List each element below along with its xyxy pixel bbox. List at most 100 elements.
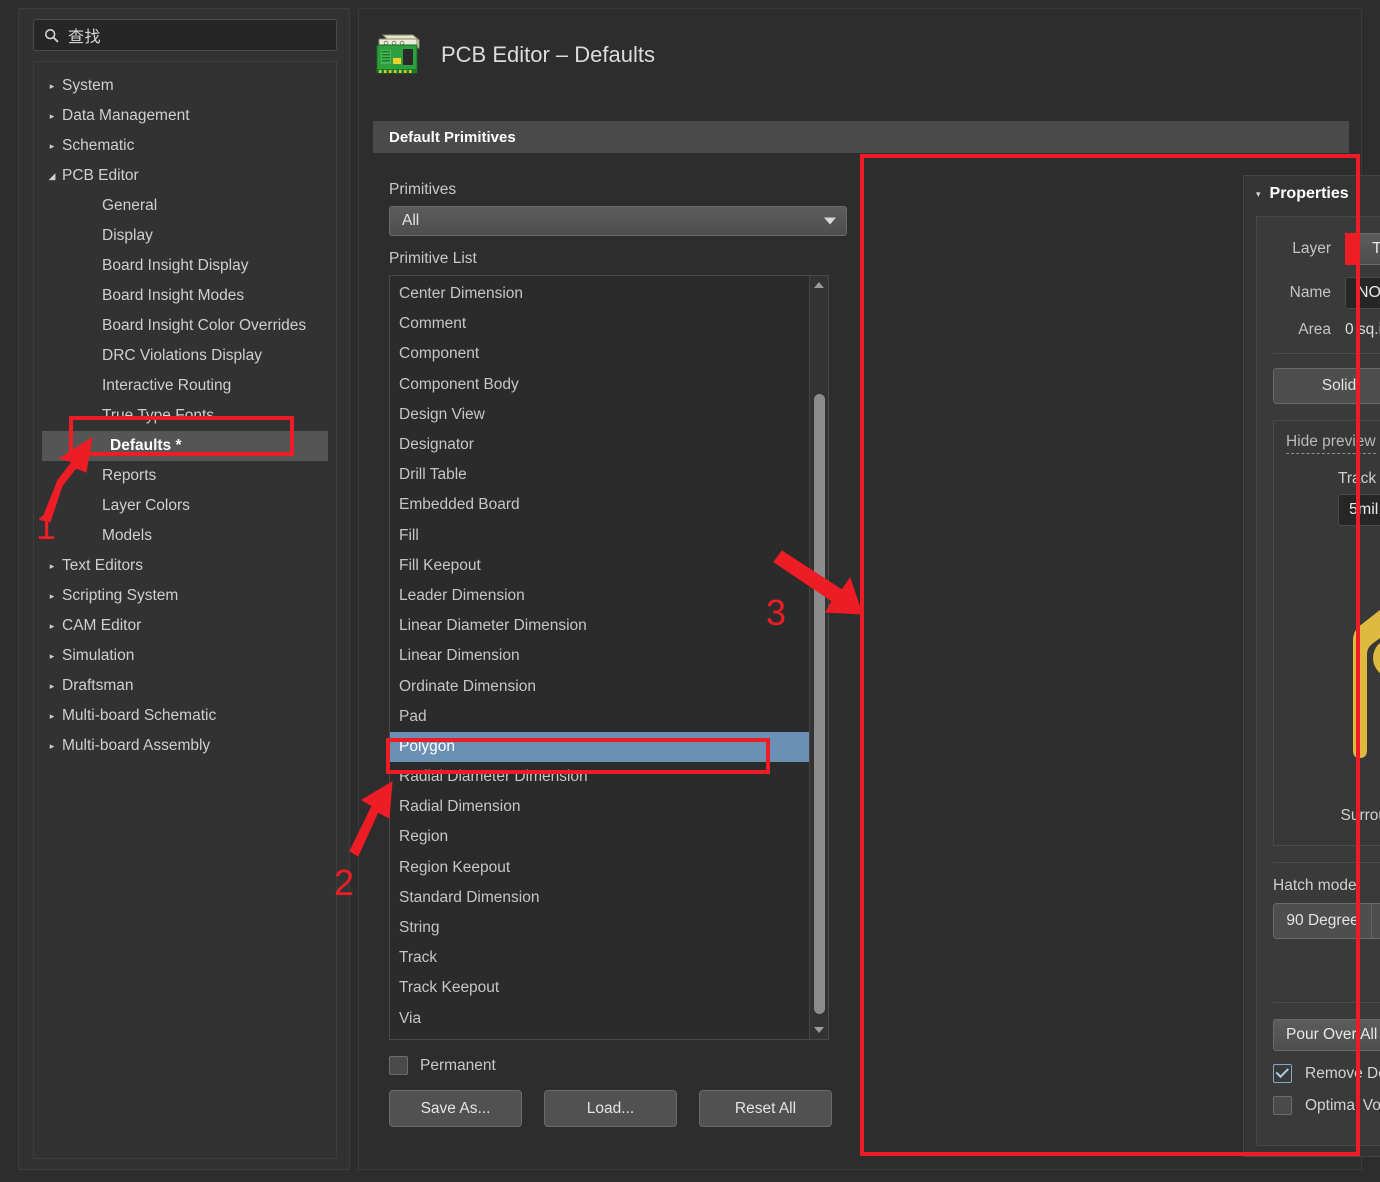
primitive-list-item[interactable]: Via xyxy=(390,1004,828,1034)
hatch-mode-option[interactable]: 90 Degree xyxy=(1274,904,1372,938)
divider xyxy=(1273,862,1380,863)
primitive-list-item[interactable]: Comment xyxy=(390,309,828,339)
scroll-up-icon[interactable] xyxy=(814,282,824,288)
chevron-right-icon[interactable]: ▸ xyxy=(42,742,62,751)
fill-mode-segmented[interactable]: SolidHatchedNone xyxy=(1273,368,1380,404)
primitive-list-item[interactable]: Radial Diameter Dimension xyxy=(390,762,828,792)
primitive-list-item[interactable]: Fill Keepout xyxy=(390,551,828,581)
sidebar-item-text-editors[interactable]: ▸Text Editors xyxy=(34,551,336,581)
min-prim-row: Min Prim Length 3mil xyxy=(1273,952,1380,984)
primitive-list-item[interactable]: Linear Diameter Dimension xyxy=(390,611,828,641)
primitives-filter-select[interactable]: All xyxy=(389,206,847,236)
sidebar-item-true-type-fonts[interactable]: True Type Fonts xyxy=(34,401,336,431)
track-width-field[interactable]: 5mil xyxy=(1338,494,1380,526)
sidebar-item-models[interactable]: Models xyxy=(34,521,336,551)
sidebar-item-draftsman[interactable]: ▸Draftsman xyxy=(34,671,336,701)
scroll-down-icon[interactable] xyxy=(814,1027,824,1033)
pour-over-select[interactable]: Pour Over All Same Net Objects xyxy=(1273,1019,1380,1051)
primitive-list-item[interactable]: Drill Table xyxy=(390,460,828,490)
optimal-void-rotation-checkbox[interactable] xyxy=(1273,1096,1292,1115)
primitive-list-item[interactable]: Track xyxy=(390,943,828,973)
optimal-void-rotation-row[interactable]: Optimal Void Rotation xyxy=(1273,1096,1380,1115)
primitive-list-item[interactable]: Ordinate Dimension xyxy=(390,671,828,701)
permanent-label: Permanent xyxy=(420,1057,496,1075)
primitive-list-scrollbar[interactable] xyxy=(809,276,828,1039)
primitive-list-item[interactable]: Fill xyxy=(390,521,828,551)
sidebar-item-drc-violations-display[interactable]: DRC Violations Display xyxy=(34,341,336,371)
primitive-list-item[interactable]: Component xyxy=(390,339,828,369)
scrollbar-thumb[interactable] xyxy=(814,394,825,1014)
sidebar-item-display[interactable]: Display xyxy=(34,221,336,251)
sidebar-item-board-insight-modes[interactable]: Board Insight Modes xyxy=(34,281,336,311)
primitive-list-item[interactable]: Region Keepout xyxy=(390,853,828,883)
primitive-list-item[interactable]: Pad xyxy=(390,702,828,732)
primitive-list-item[interactable]: Component Body xyxy=(390,370,828,400)
sidebar-item-multi-board-schematic[interactable]: ▸Multi-board Schematic xyxy=(34,701,336,731)
hatch-mode-option[interactable]: 45 Degree xyxy=(1372,904,1380,938)
fill-mode-option[interactable]: Solid xyxy=(1274,369,1380,403)
chevron-right-icon[interactable]: ▸ xyxy=(42,562,62,571)
save-as-button[interactable]: Save As... xyxy=(389,1090,522,1127)
primitive-list-item[interactable]: Center Dimension xyxy=(390,279,828,309)
chevron-right-icon[interactable]: ▸ xyxy=(42,712,62,721)
chevron-right-icon[interactable]: ▸ xyxy=(42,82,62,91)
sidebar-item-scripting-system[interactable]: ▸Scripting System xyxy=(34,581,336,611)
sidebar-item-label: Interactive Routing xyxy=(102,377,231,395)
chevron-right-icon[interactable]: ▸ xyxy=(42,682,62,691)
primitive-list-item[interactable]: Radial Dimension xyxy=(390,792,828,822)
hide-preview-link[interactable]: Hide preview xyxy=(1286,433,1376,454)
primitive-list-item[interactable]: String xyxy=(390,913,828,943)
primitive-list-item[interactable]: Design View xyxy=(390,400,828,430)
remove-dead-copper-checkbox[interactable] xyxy=(1273,1064,1292,1083)
collapse-triangle-icon[interactable]: ▾ xyxy=(1256,190,1261,199)
primitive-list-item[interactable]: Designator xyxy=(390,430,828,460)
sidebar-item-reports[interactable]: Reports xyxy=(34,461,336,491)
sidebar-item-schematic[interactable]: ▸Schematic xyxy=(34,131,336,161)
primitive-list[interactable]: Center DimensionCommentComponentComponen… xyxy=(389,275,829,1040)
sidebar-item-label: General xyxy=(102,197,157,215)
hatch-mode-segmented[interactable]: 90 Degree45 DegreeHorizontalVertical xyxy=(1273,903,1380,939)
primitive-list-item[interactable]: Track Keepout xyxy=(390,973,828,1003)
sidebar-item-cam-editor[interactable]: ▸CAM Editor xyxy=(34,611,336,641)
properties-header[interactable]: ▾ Properties xyxy=(1244,176,1380,212)
chevron-down-icon[interactable]: ◢ xyxy=(42,172,62,181)
sidebar-item-data-management[interactable]: ▸Data Management xyxy=(34,101,336,131)
primitive-list-item[interactable]: Region xyxy=(390,822,828,852)
surround-pad-label: Surround Pad With xyxy=(1341,807,1380,825)
primitive-list-item[interactable]: Embedded Board xyxy=(390,490,828,520)
permanent-row[interactable]: Permanent xyxy=(389,1056,847,1075)
primitive-list-item[interactable]: Standard Dimension xyxy=(390,883,828,913)
sidebar-item-board-insight-display[interactable]: Board Insight Display xyxy=(34,251,336,281)
chevron-right-icon[interactable]: ▸ xyxy=(42,622,62,631)
action-buttons: Save As... Load... Reset All xyxy=(389,1090,847,1127)
sidebar-item-pcb-editor[interactable]: ◢PCB Editor xyxy=(34,161,336,191)
remove-dead-copper-row[interactable]: Remove Dead Copper xyxy=(1273,1064,1380,1083)
layer-color-swatch[interactable] xyxy=(1345,233,1359,265)
chevron-right-icon[interactable]: ▸ xyxy=(42,592,62,601)
primitive-list-item[interactable]: Leader Dimension xyxy=(390,581,828,611)
layer-select[interactable]: Top Layer xyxy=(1359,233,1380,265)
sidebar-item-simulation[interactable]: ▸Simulation xyxy=(34,641,336,671)
sidebar-item-layer-colors[interactable]: Layer Colors xyxy=(34,491,336,521)
primitive-list-item[interactable]: Polygon xyxy=(390,732,828,762)
chevron-right-icon[interactable]: ▸ xyxy=(42,142,62,151)
sidebar-item-interactive-routing[interactable]: Interactive Routing xyxy=(34,371,336,401)
area-row: Area 0 sq.inch xyxy=(1273,321,1380,339)
sidebar-item-label: Board Insight Modes xyxy=(102,287,244,305)
sidebar-item-multi-board-assembly[interactable]: ▸Multi-board Assembly xyxy=(34,731,336,761)
sidebar-item-general[interactable]: General xyxy=(34,191,336,221)
load-button[interactable]: Load... xyxy=(544,1090,677,1127)
primitive-list-item[interactable]: Linear Dimension xyxy=(390,641,828,671)
reset-all-button[interactable]: Reset All xyxy=(699,1090,832,1127)
sidebar-item-defaults[interactable]: Defaults * xyxy=(42,431,328,461)
properties-body: Layer Top Layer Name NONET_L01_P-001 Are… xyxy=(1256,216,1380,1146)
chevron-right-icon[interactable]: ▸ xyxy=(42,112,62,121)
layer-label: Layer xyxy=(1273,240,1345,258)
properties-panel: ▾ Properties Layer Top Layer xyxy=(1243,175,1380,1157)
permanent-checkbox[interactable] xyxy=(389,1056,408,1075)
sidebar-item-system[interactable]: ▸System xyxy=(34,71,336,101)
chevron-right-icon[interactable]: ▸ xyxy=(42,652,62,661)
search-input[interactable]: 查找 xyxy=(33,19,337,51)
sidebar-item-board-insight-color-overrides[interactable]: Board Insight Color Overrides xyxy=(34,311,336,341)
name-field[interactable]: NONET_L01_P-001 xyxy=(1345,277,1380,309)
